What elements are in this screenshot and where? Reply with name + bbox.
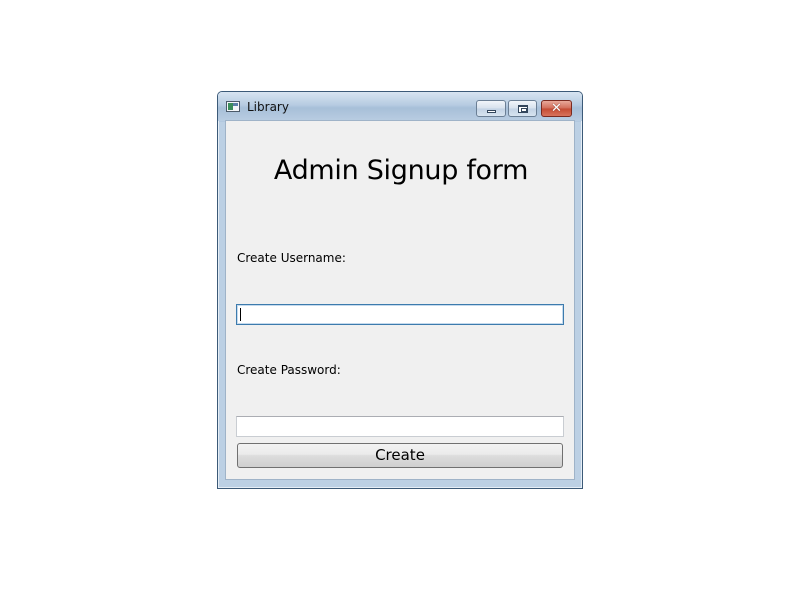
username-label: Create Username: xyxy=(237,251,346,265)
password-label: Create Password: xyxy=(237,363,341,377)
username-input[interactable] xyxy=(236,304,564,325)
screen: Admin Signup form Create Username: Creat… xyxy=(0,0,800,600)
create-button[interactable]: Create xyxy=(237,443,563,468)
page-title: Admin Signup form xyxy=(273,155,529,186)
password-input[interactable] xyxy=(236,416,564,437)
text-caret xyxy=(240,308,241,321)
